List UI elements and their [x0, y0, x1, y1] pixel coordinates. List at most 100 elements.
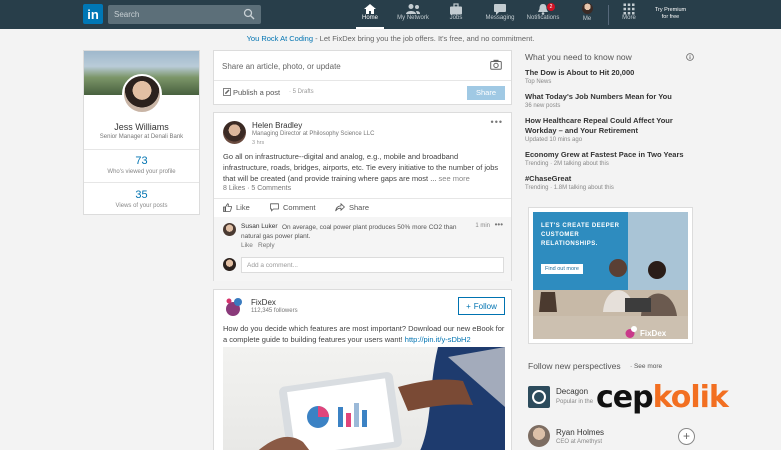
- follow-button[interactable]: + Follow: [458, 297, 505, 315]
- share-button[interactable]: Share: [467, 86, 505, 100]
- promo-highlight[interactable]: You Rock At Coding: [247, 34, 313, 43]
- news-item-meta: 36 new posts: [525, 103, 561, 109]
- news-item-title[interactable]: Economy Grew at Fastest Pace in Two Year…: [525, 150, 695, 160]
- messaging-icon: [494, 4, 506, 15]
- share-input[interactable]: Share an article, photo, or update: [222, 62, 341, 71]
- commenter-name[interactable]: Susan Luker: [241, 223, 278, 230]
- divider: [214, 198, 511, 199]
- post-time: 3 hrs: [252, 140, 265, 146]
- premium-line-1: Try Premium: [654, 7, 687, 13]
- author-headline: Managing Director at Philosophy Science …: [252, 131, 375, 137]
- nav-label: My Network: [397, 15, 429, 21]
- comment-options-icon[interactable]: •••: [495, 220, 503, 229]
- search-input[interactable]: Search: [108, 5, 261, 24]
- commenter-avatar[interactable]: [223, 223, 236, 236]
- share-box: Share an article, photo, or update Publi…: [213, 50, 512, 105]
- perspective-name[interactable]: Decagon: [556, 387, 588, 396]
- divider: [214, 80, 511, 81]
- publish-post-link[interactable]: Publish a post: [233, 88, 280, 97]
- profile-photo[interactable]: [122, 74, 162, 114]
- nav-my-network[interactable]: My Network: [394, 3, 432, 29]
- nav-jobs[interactable]: Jobs: [443, 3, 469, 29]
- profile-name[interactable]: Jess Williams: [84, 122, 199, 132]
- company-name[interactable]: FixDex: [251, 298, 276, 307]
- share-arrow-icon: [335, 203, 345, 212]
- home-icon: [364, 4, 376, 14]
- author-name[interactable]: Helen Bradley: [252, 121, 302, 130]
- post-image[interactable]: [223, 347, 505, 450]
- promo-banner: You Rock At Coding - Let FixDex bring yo…: [0, 34, 781, 43]
- notification-badge: 2: [547, 3, 555, 11]
- feed-post: FixDex 112,345 followers + Follow How do …: [213, 289, 512, 450]
- thumbs-up-icon: [223, 203, 232, 212]
- more-options-icon[interactable]: •••: [491, 117, 503, 127]
- perspective-subtitle: Popular in the: [556, 399, 594, 405]
- share-post-button[interactable]: Share: [335, 203, 369, 212]
- nav-notifications[interactable]: 2 Notifications: [523, 3, 563, 29]
- avatar: [581, 3, 593, 14]
- feed-post: Helen Bradley Managing Director at Philo…: [213, 112, 512, 281]
- comment-time: 1 min: [475, 223, 490, 229]
- search-icon[interactable]: [243, 8, 255, 20]
- comment-reply-link[interactable]: Reply: [258, 242, 275, 249]
- post-stats[interactable]: 8 Likes · 5 Comments: [223, 185, 291, 192]
- fixdex-logo[interactable]: [223, 296, 245, 318]
- search-placeholder: Search: [114, 10, 140, 19]
- tablet-photo: [258, 347, 505, 450]
- linkedin-logo[interactable]: in: [83, 4, 103, 24]
- camera-icon[interactable]: [490, 59, 502, 70]
- nav-messaging[interactable]: Messaging: [483, 3, 517, 29]
- author-avatar[interactable]: [223, 121, 246, 144]
- try-premium-link[interactable]: Try Premium for free: [648, 7, 693, 21]
- plus-icon: +: [466, 301, 471, 311]
- news-item-title[interactable]: How Healthcare Repeal Could Affect Your …: [525, 116, 695, 136]
- post-body: How do you decide which features are mos…: [223, 324, 508, 345]
- nav-home[interactable]: Home: [356, 3, 384, 29]
- post-views-label[interactable]: Views of your posts: [84, 203, 199, 209]
- news-item-meta: Top News: [525, 79, 552, 85]
- nav-label: Jobs: [449, 15, 463, 21]
- comment-button[interactable]: Comment: [270, 203, 316, 212]
- follow-label: Follow: [473, 301, 497, 311]
- like-button[interactable]: Like: [223, 203, 250, 212]
- news-item-title[interactable]: The Dow is About to Hit 20,000: [525, 68, 695, 78]
- action-label: Comment: [283, 203, 316, 212]
- perspective-avatar[interactable]: [528, 425, 550, 447]
- decagon-icon: [532, 390, 546, 404]
- info-icon[interactable]: [686, 53, 694, 61]
- divider: [84, 182, 199, 183]
- post-link[interactable]: http://pin.it/y-sDbH2: [405, 335, 471, 344]
- add-comment-input[interactable]: Add a comment...: [241, 257, 504, 273]
- profile-views-count[interactable]: 73: [84, 155, 199, 167]
- ad-image: LET'S CREATE DEEPER CUSTOMER RELATIONSHI…: [533, 212, 688, 339]
- nav-label: Notifications: [526, 15, 560, 21]
- profile-views-label[interactable]: Who's viewed your profile: [84, 169, 199, 175]
- perspective-subtitle: CEO at Amethyst: [556, 439, 603, 445]
- drafts-link[interactable]: · 5 Drafts: [289, 89, 314, 95]
- sponsored-ad[interactable]: LET'S CREATE DEEPER CUSTOMER RELATIONSHI…: [528, 207, 693, 344]
- news-item-title[interactable]: #ChaseGreat: [525, 174, 695, 184]
- comment-like-link[interactable]: Like: [241, 242, 253, 249]
- nav-me[interactable]: Me: [577, 3, 597, 29]
- ad-brand: FixDex: [640, 329, 667, 338]
- nav-more[interactable]: More: [618, 3, 640, 29]
- grid-icon: [623, 3, 635, 15]
- follow-plus-button[interactable]: +: [678, 428, 695, 445]
- nav-label: Me: [582, 16, 592, 22]
- top-nav: in Search Home My Network Jobs Messaging…: [0, 0, 781, 29]
- post-views-count[interactable]: 35: [84, 189, 199, 201]
- perspective-name[interactable]: Ryan Holmes: [556, 428, 604, 437]
- post-body: Go all on infrastructure--digital and an…: [223, 151, 506, 184]
- news-item-title[interactable]: What Today's Job Numbers Mean for You: [525, 92, 695, 102]
- see-more-link[interactable]: · See more: [630, 363, 662, 370]
- action-label: Share: [349, 203, 370, 212]
- see-more-link[interactable]: see more: [436, 174, 470, 183]
- avatar: [223, 258, 236, 271]
- followers-count: 112,345 followers: [251, 308, 298, 314]
- news-item-meta: Trending · 2M talking about this: [525, 161, 609, 167]
- ad-find-out-more-button[interactable]: Find out more: [541, 264, 583, 274]
- briefcase-icon: [450, 3, 462, 15]
- nav-label: Home: [361, 15, 378, 21]
- watermark: cepkolik: [596, 380, 729, 415]
- decagon-logo[interactable]: [528, 386, 550, 408]
